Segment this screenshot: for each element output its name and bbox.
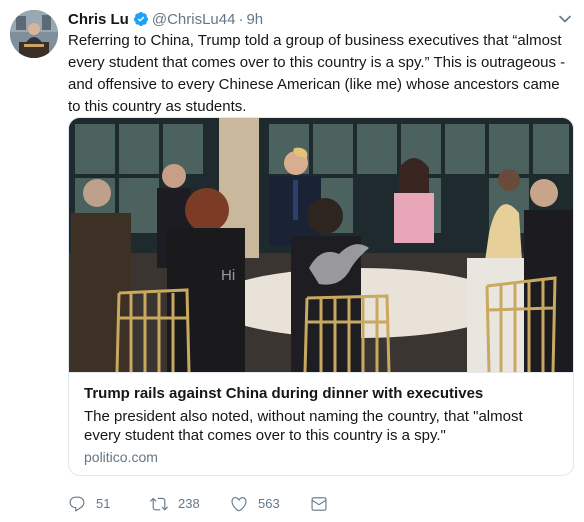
retweet-icon <box>150 497 168 511</box>
mail-icon <box>311 497 327 511</box>
author-handle[interactable]: @ChrisLu44 <box>152 11 236 28</box>
like-button[interactable]: 563 <box>230 493 280 515</box>
tweet-text: Referring to China, Trump told a group o… <box>68 32 566 115</box>
link-card[interactable]: Hi Trump rails against China during dinn… <box>68 117 574 476</box>
watermark-text: Hi <box>221 267 235 284</box>
header-separator: · <box>238 10 244 28</box>
card-description: The president also noted, without naming… <box>84 408 523 444</box>
reply-button[interactable]: 51 <box>68 493 110 515</box>
reply-count: 51 <box>96 496 111 511</box>
avatar[interactable] <box>10 10 58 58</box>
retweet-button[interactable]: 238 <box>150 493 200 515</box>
card-body[interactable]: Trump rails against China during dinner … <box>69 372 573 475</box>
heart-icon <box>231 497 247 512</box>
card-title[interactable]: Trump rails against China during dinner … <box>84 385 483 402</box>
direct-message-button[interactable] <box>310 493 338 515</box>
verified-badge-icon <box>133 12 148 26</box>
card-image: Hi <box>69 118 573 372</box>
tweet-header: Chris Lu @ChrisLu44 · 9h <box>68 9 263 29</box>
author-name[interactable]: Chris Lu <box>68 11 129 28</box>
avatar-photo <box>10 10 58 58</box>
card-domain[interactable]: politico.com <box>84 449 158 465</box>
tweet-timestamp[interactable]: 9h <box>246 11 263 28</box>
like-count: 563 <box>258 496 280 511</box>
retweet-count: 238 <box>178 496 200 511</box>
tweet[interactable]: Chris Lu @ChrisLu44 · 9h Referring to Ch… <box>0 0 584 522</box>
reply-icon <box>69 496 85 512</box>
chevron-down-icon[interactable] <box>558 12 572 26</box>
